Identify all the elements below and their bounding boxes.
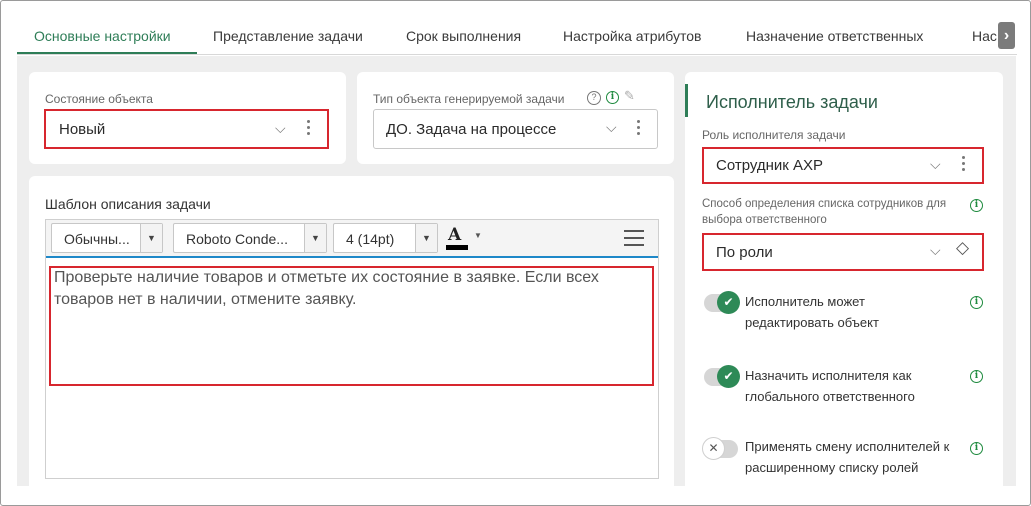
task-type-card: Тип объекта генерируемой задачи ? i ✎ ДО… <box>357 72 674 164</box>
dropdown-arrow-icon: ▼ <box>140 224 162 252</box>
info-icon[interactable]: i <box>970 442 983 455</box>
highlight-object-state <box>44 109 329 149</box>
chevron-down-icon[interactable]: ⌵ <box>606 119 617 136</box>
method-label: Способ определения списка сотрудников дл… <box>702 198 947 226</box>
task-type-label: Тип объекта генерируемой задачи <box>373 92 565 106</box>
highlight-method <box>702 233 984 271</box>
info-icon[interactable]: i <box>606 91 619 104</box>
style-value: Обычны... <box>64 231 130 247</box>
toggle-extended-label: Применять смену исполнителей к расширенн… <box>745 439 950 475</box>
info-icon[interactable]: i <box>970 199 983 212</box>
dropdown-arrow-icon: ▼ <box>304 224 326 252</box>
text-color-button[interactable]: A ▼ <box>444 223 490 253</box>
dropdown-arrow-icon: ▼ <box>474 231 482 240</box>
help-icon[interactable]: ? <box>587 91 601 105</box>
check-icon: ✔ <box>717 365 740 388</box>
close-icon: ✕ <box>702 437 725 460</box>
toggle-editable-label: Исполнитель может редактировать объект <box>745 294 879 330</box>
text-color-icon: A <box>448 225 462 245</box>
font-dropdown[interactable]: Roboto Conde... ▼ <box>173 223 327 253</box>
check-icon: ✔ <box>717 291 740 314</box>
tab-task-view[interactable]: Представление задачи <box>213 17 363 54</box>
active-tab-indicator <box>17 52 197 54</box>
font-value: Roboto Conde... <box>186 231 288 247</box>
toggle-extended-roles[interactable]: ✕ <box>702 437 738 460</box>
chevron-right-icon[interactable]: › <box>998 22 1015 49</box>
task-type-value: ДО. Задача на процессе <box>386 121 557 138</box>
role-label: Роль исполнителя задачи <box>702 128 846 142</box>
window: Основные настройки Представление задачи … <box>0 0 1031 506</box>
editor-toolbar: Обычны... ▼ Roboto Conde... ▼ 4 (14pt) ▼… <box>46 220 658 258</box>
assignee-title: Исполнитель задачи <box>706 92 878 112</box>
tab-bar: Основные настройки Представление задачи … <box>17 17 1017 55</box>
tab-attributes[interactable]: Настройка атрибутов <box>563 17 702 54</box>
highlight-role <box>702 147 984 184</box>
hamburger-menu-icon[interactable] <box>624 230 644 246</box>
style-dropdown[interactable]: Обычны... ▼ <box>51 223 163 253</box>
tab-basic-settings[interactable]: Основные настройки <box>34 17 171 54</box>
toggle-global-label: Назначить исполнителя как глобального от… <box>745 368 915 404</box>
tab-more[interactable]: Нас <box>972 17 997 54</box>
kebab-menu-icon[interactable] <box>637 120 641 138</box>
tab-deadline[interactable]: Срок выполнения <box>406 17 521 54</box>
tab-responsibles[interactable]: Назначение ответственных <box>746 17 923 54</box>
toggle-editable[interactable]: ✔ <box>704 291 740 314</box>
pin-icon[interactable]: ✎ <box>624 88 635 104</box>
info-icon[interactable]: i <box>970 370 983 383</box>
description-label: Шаблон описания задачи <box>45 196 211 212</box>
object-state-label: Состояние объекта <box>45 92 153 106</box>
info-icon[interactable]: i <box>970 296 983 309</box>
section-marker <box>685 84 688 117</box>
assignee-card: Исполнитель задачи Роль исполнителя зада… <box>685 72 1003 496</box>
size-dropdown[interactable]: 4 (14pt) ▼ <box>333 223 438 253</box>
text-color-swatch <box>446 245 468 250</box>
highlight-description <box>49 266 654 386</box>
toggle-global-responsible[interactable]: ✔ <box>704 365 740 388</box>
size-value: 4 (14pt) <box>346 231 395 247</box>
dropdown-arrow-icon: ▼ <box>415 224 437 252</box>
task-type-select[interactable]: ДО. Задача на процессе ⌵ <box>373 109 658 149</box>
